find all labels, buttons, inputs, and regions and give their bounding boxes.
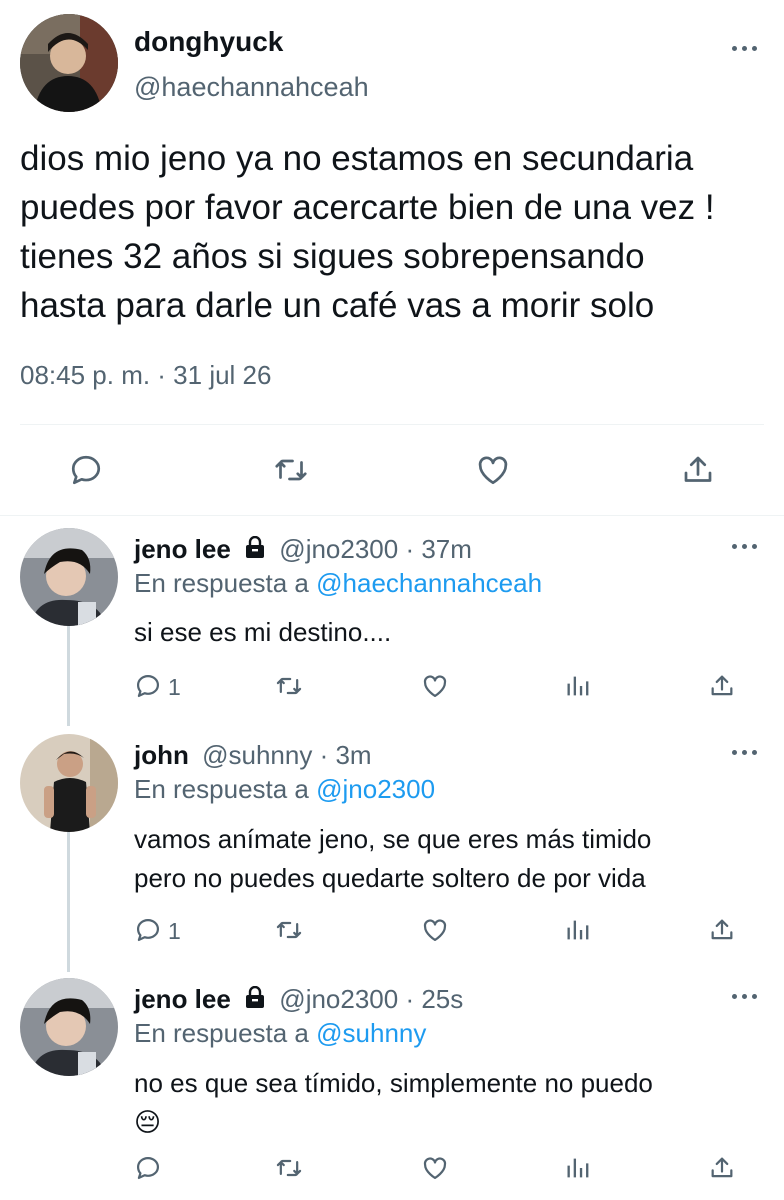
divider	[20, 424, 764, 425]
more-icon[interactable]	[732, 542, 760, 550]
avatar[interactable]	[20, 14, 118, 112]
reply-count: 1	[168, 674, 181, 700]
like-icon[interactable]	[474, 452, 512, 488]
share-icon[interactable]	[708, 916, 736, 944]
more-icon[interactable]	[732, 44, 760, 52]
handle[interactable]: @haechannahceah	[134, 72, 369, 103]
more-icon[interactable]	[732, 748, 760, 756]
reply-icon[interactable]	[134, 672, 162, 700]
reply-text: si ese es mi destino....	[134, 617, 392, 647]
handle-time[interactable]: @suhnny · 3m	[202, 740, 371, 770]
retweet-icon[interactable]	[274, 916, 304, 944]
handle-time[interactable]: @jno2300 · 25s	[279, 984, 463, 1014]
reply-header: jeno lee @jno2300 · 25s	[134, 984, 463, 1015]
thread-line	[67, 626, 70, 726]
reply-text-line: pero no puedes quedarte soltero de por v…	[134, 863, 646, 893]
display-name[interactable]: john	[134, 740, 189, 770]
reply-icon[interactable]	[68, 452, 104, 488]
reply-context: En respuesta a @suhnny	[134, 1018, 426, 1049]
tweet-text-line: dios mio jeno ya no estamos en secundari…	[20, 139, 694, 178]
reply-text-line: vamos anímate jeno, se que eres más timi…	[134, 824, 652, 854]
analytics-icon[interactable]	[564, 916, 592, 944]
tweet-text-line: puedes por favor acercarte bien de una v…	[20, 188, 715, 227]
avatar[interactable]	[20, 734, 118, 832]
reply-to-link[interactable]: @suhnny	[316, 1018, 426, 1048]
retweet-icon[interactable]	[274, 672, 304, 700]
reply-header: john @suhnny · 3m	[134, 740, 372, 771]
reply-text: vamos anímate jeno, se que eres más timi…	[134, 820, 651, 898]
avatar[interactable]	[20, 528, 118, 626]
reply-text: no es que sea tímido, simplemente no pue…	[134, 1064, 653, 1142]
reply-prefix: En respuesta a	[134, 1018, 309, 1048]
thread-line	[67, 832, 70, 972]
emoji: 😔	[134, 1107, 162, 1137]
retweet-icon[interactable]	[272, 452, 310, 488]
lock-icon	[244, 986, 266, 1010]
reply-icon[interactable]	[134, 916, 162, 944]
like-icon[interactable]	[420, 672, 450, 700]
analytics-icon[interactable]	[564, 1154, 592, 1182]
tweet-text-line: tienes 32 años si sigues sobrepensando	[20, 237, 645, 276]
display-name[interactable]: jeno lee	[134, 984, 231, 1014]
reply-header: jeno lee @jno2300 · 37m	[134, 534, 472, 565]
tweet-text: dios mio jeno ya no estamos en secundari…	[20, 134, 780, 330]
share-icon[interactable]	[708, 672, 736, 700]
display-name[interactable]: jeno lee	[134, 534, 231, 564]
reply-count: 1	[168, 918, 181, 944]
like-icon[interactable]	[420, 916, 450, 944]
reply-to-link[interactable]: @jno2300	[316, 774, 435, 804]
retweet-icon[interactable]	[274, 1154, 304, 1182]
reply-context: En respuesta a @jno2300	[134, 774, 435, 805]
avatar[interactable]	[20, 978, 118, 1076]
reply-to-link[interactable]: @haechannahceah	[316, 568, 542, 598]
display-name[interactable]: donghyuck	[134, 26, 283, 58]
share-icon[interactable]	[708, 1154, 736, 1182]
reply-text-line: no es que sea tímido, simplemente no pue…	[134, 1068, 653, 1098]
divider	[0, 515, 784, 516]
analytics-icon[interactable]	[564, 672, 592, 700]
lock-icon	[244, 536, 266, 560]
handle-time[interactable]: @jno2300 · 37m	[279, 534, 472, 564]
like-icon[interactable]	[420, 1154, 450, 1182]
tweet-text-line: hasta para darle un café vas a morir sol…	[20, 286, 655, 325]
reply-icon[interactable]	[134, 1154, 162, 1182]
more-icon[interactable]	[732, 992, 760, 1000]
reply-context: En respuesta a @haechannahceah	[134, 568, 542, 599]
reply-prefix: En respuesta a	[134, 568, 309, 598]
share-icon[interactable]	[680, 452, 716, 488]
reply-prefix: En respuesta a	[134, 774, 309, 804]
timestamp[interactable]: 08:45 p. m. · 31 jul 26	[20, 360, 271, 391]
